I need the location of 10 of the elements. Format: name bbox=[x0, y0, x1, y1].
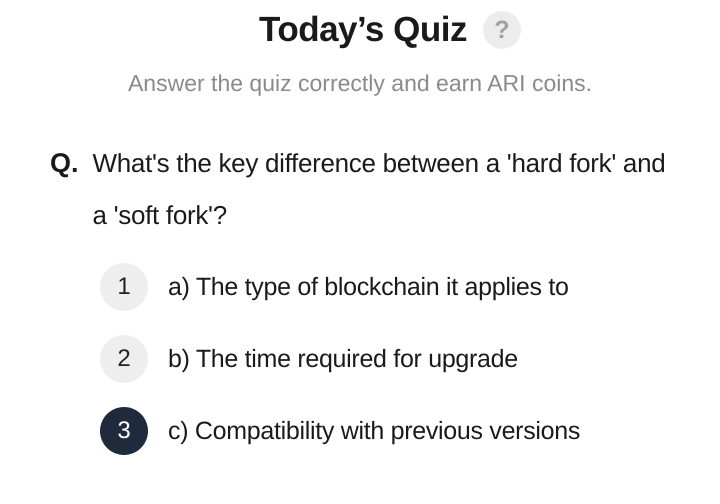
option-text[interactable]: a) The type of blockchain it applies to bbox=[168, 263, 643, 311]
quiz-subtitle: Answer the quiz correctly and earn ARI coins. bbox=[126, 70, 594, 97]
option-text[interactable]: c) Compatibility with previous versions bbox=[168, 407, 643, 455]
question-prefix: Q. bbox=[50, 147, 79, 180]
option-number[interactable]: 2 bbox=[100, 335, 148, 383]
quiz-title: Today’s Quiz bbox=[259, 10, 467, 50]
option-number[interactable]: 3 bbox=[100, 407, 148, 455]
question-text: What's the key difference between a 'hard fork' and a 'soft fork'? bbox=[92, 147, 666, 232]
option-number[interactable]: 1 bbox=[100, 263, 148, 311]
option-text[interactable]: b) The time required for upgrade bbox=[168, 335, 643, 383]
